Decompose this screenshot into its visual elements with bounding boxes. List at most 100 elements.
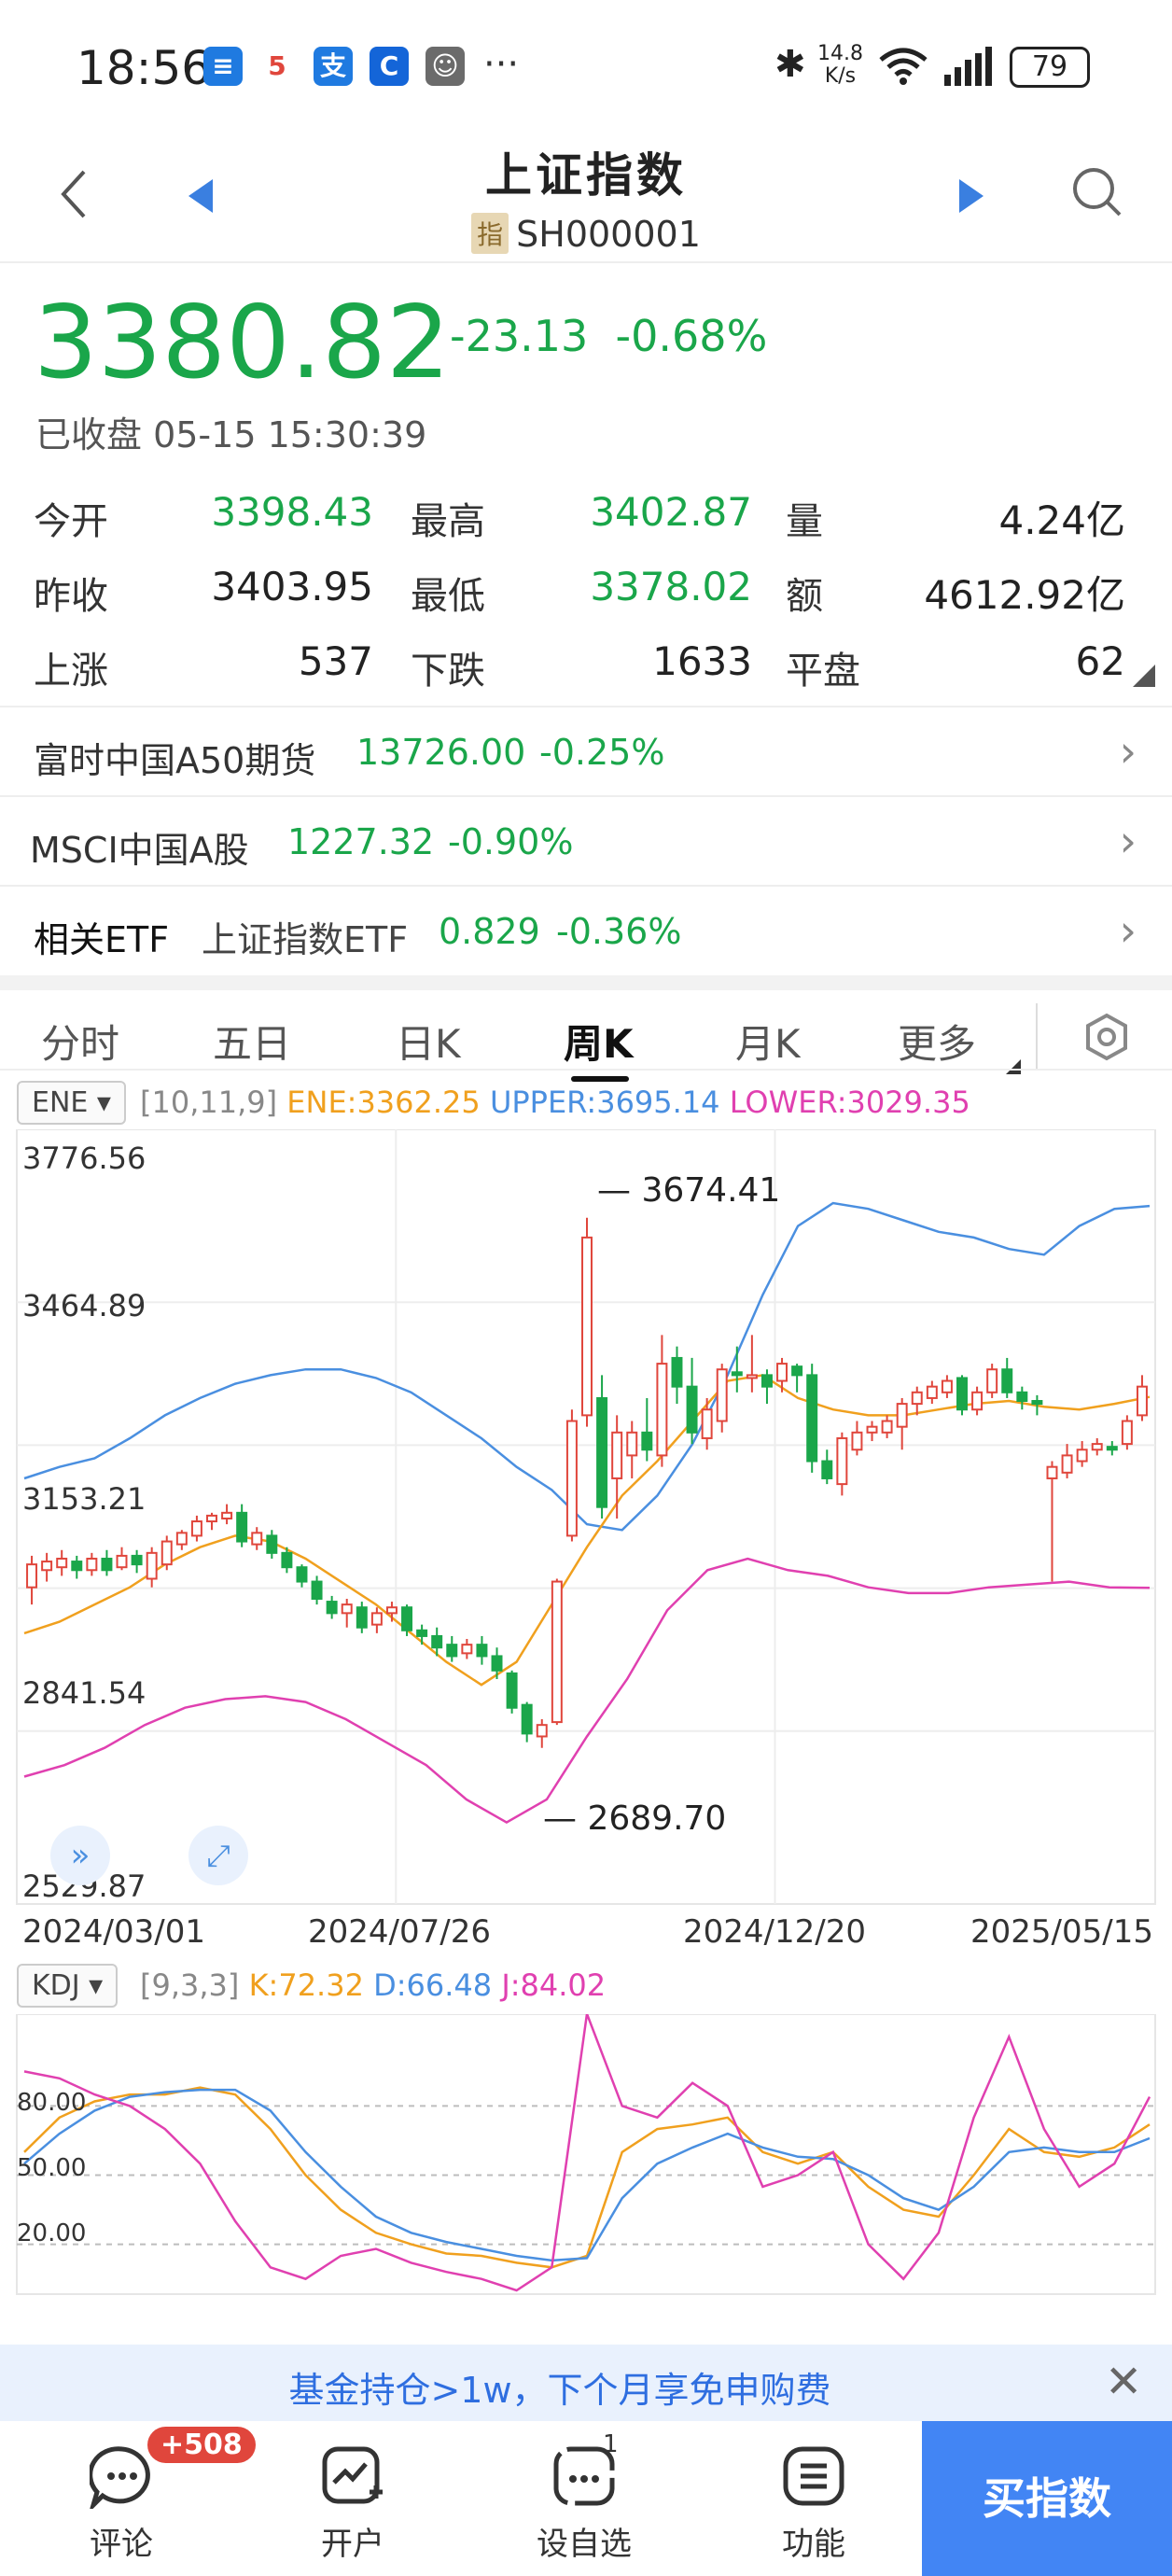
candle-body (971, 1391, 984, 1411)
indicator-select[interactable]: ENE ▾ (17, 1081, 126, 1125)
active-tab-indicator (571, 1076, 629, 1082)
candle-body (641, 1431, 653, 1451)
settings-icon[interactable] (1082, 1013, 1131, 1061)
promo-banner[interactable]: 基金持仓>1w，下个月享免申购费 ✕ (0, 2345, 1172, 2421)
candle-body (776, 1363, 788, 1382)
stat-label: 量 (786, 500, 823, 543)
candle-body (476, 1644, 488, 1658)
kdj-chart[interactable] (0, 2014, 1172, 2305)
candle-body (596, 1396, 608, 1508)
open-account-button[interactable]: 开户 (259, 2421, 446, 2576)
candle-body (266, 1534, 278, 1554)
candle-body (1031, 1400, 1043, 1406)
candle-body (941, 1379, 953, 1393)
candle-body (221, 1511, 233, 1519)
chevron-right-icon: › (1119, 816, 1137, 866)
candle-body (521, 1703, 533, 1735)
candle-body (116, 1554, 128, 1569)
candlestick-chart[interactable] (0, 1129, 1172, 1913)
candle-body (626, 1431, 638, 1457)
candle-body (311, 1580, 323, 1600)
series-line-j (23, 2014, 1151, 2292)
tab-intraday[interactable]: 分时 (41, 1013, 119, 1070)
fullscreen-icon[interactable]: ⤢ (188, 1826, 248, 1885)
bottom-toolbar: +508 评论 开户 1 设自选 功能 买指数 (0, 2421, 1172, 2576)
last-price: 3380.82 (34, 285, 451, 401)
app-notification-icon: ≡ (203, 47, 243, 86)
related-row-a50[interactable]: 富时中国A50期货 13726.00 -0.25% › (0, 706, 1172, 797)
candle-body (536, 1724, 548, 1738)
candle-body (461, 1644, 473, 1655)
comment-badge: +508 (147, 2427, 256, 2463)
top-nav: 上证指数 指 SH000001 (0, 131, 1172, 261)
candle-body (401, 1606, 413, 1631)
tab-more[interactable]: 更多 (898, 1013, 976, 1070)
comment-icon (90, 2446, 150, 2509)
chart-frame (16, 2014, 1156, 2295)
candle-body (791, 1365, 803, 1377)
candle-body (1046, 1465, 1058, 1479)
y-tick-label: 3153.21 (22, 1481, 146, 1517)
candle-body (506, 1672, 518, 1709)
divider (0, 1069, 1172, 1071)
add-watchlist-button[interactable]: 1 设自选 (491, 2421, 677, 2576)
candle-body (565, 1420, 578, 1537)
stat-value: 537 (298, 638, 373, 684)
buy-index-button[interactable]: 买指数 (922, 2421, 1172, 2576)
candle-body (296, 1566, 308, 1583)
comment-button[interactable]: +508 评论 (28, 2421, 256, 2576)
related-row-etf[interactable]: 相关ETF 上证指数ETF 0.829 -0.36% › (0, 885, 1172, 976)
stat-value: 4612.92亿 (924, 572, 1125, 618)
candle-body (760, 1374, 773, 1388)
y-tick-label: 2841.54 (22, 1675, 146, 1711)
tab-weekly-k[interactable]: 周K (564, 1013, 634, 1070)
candle-body (581, 1236, 593, 1417)
stat-value: 62 (1075, 638, 1125, 684)
ene-legend: [10,11,9] ENE:3362.25 UPPER:3695.14 LOWE… (140, 1085, 970, 1120)
kdj-select[interactable]: KDJ ▾ (17, 1964, 119, 2008)
candle-body (1136, 1385, 1148, 1417)
candle-body (821, 1460, 833, 1479)
app-notification-icon: C (370, 47, 409, 86)
x-tick-label: 2024/12/20 (683, 1913, 866, 1951)
chevron-right-icon: › (1119, 726, 1137, 777)
y-tick-label: 50.00 (17, 2154, 87, 2182)
stat-label: 昨收 (34, 575, 108, 618)
app-notification-icon: 5 (258, 47, 297, 86)
high-annotation: — 3674.41 (597, 1171, 781, 1210)
candle-body (731, 1371, 743, 1377)
candle-body (41, 1561, 53, 1572)
stat-label: 下跌 (411, 650, 485, 693)
wifi-icon (879, 48, 928, 85)
next-stock-icon[interactable] (956, 177, 987, 215)
candle-body (1091, 1443, 1103, 1451)
clock: 18:56 (77, 41, 212, 95)
stat-label: 平盘 (786, 650, 860, 693)
candle-body (71, 1561, 83, 1572)
candle-body (160, 1540, 173, 1566)
candle-body (356, 1606, 368, 1629)
candle-body (101, 1557, 113, 1572)
close-icon[interactable]: ✕ (1105, 2356, 1142, 2408)
candle-body (956, 1377, 968, 1411)
tab-separator (1036, 1003, 1038, 1069)
candle-body (701, 1408, 713, 1439)
candle-body (881, 1420, 893, 1434)
bluetooth-icon: ✱ (774, 43, 806, 86)
stat-value: 1633 (652, 638, 752, 684)
tab-monthly-k[interactable]: 月K (735, 1013, 801, 1070)
candle-body (551, 1580, 563, 1724)
functions-button[interactable]: 功能 (720, 2421, 907, 2576)
expand-corner-icon[interactable] (1131, 665, 1157, 689)
scroll-forward-icon[interactable]: » (50, 1826, 110, 1885)
related-row-msci[interactable]: MSCI中国A股 1227.32 -0.90% › (0, 795, 1172, 887)
y-tick-label: 80.00 (17, 2089, 87, 2117)
tab-five-day[interactable]: 五日 (213, 1013, 291, 1070)
dropdown-corner-icon (1006, 1059, 1021, 1074)
menu-icon (783, 2446, 844, 2506)
series-line-lower (23, 1557, 1151, 1825)
tab-daily-k[interactable]: 日K (396, 1013, 461, 1070)
candle-body (206, 1514, 217, 1523)
search-icon[interactable] (1069, 164, 1125, 220)
candle-body (866, 1425, 878, 1434)
